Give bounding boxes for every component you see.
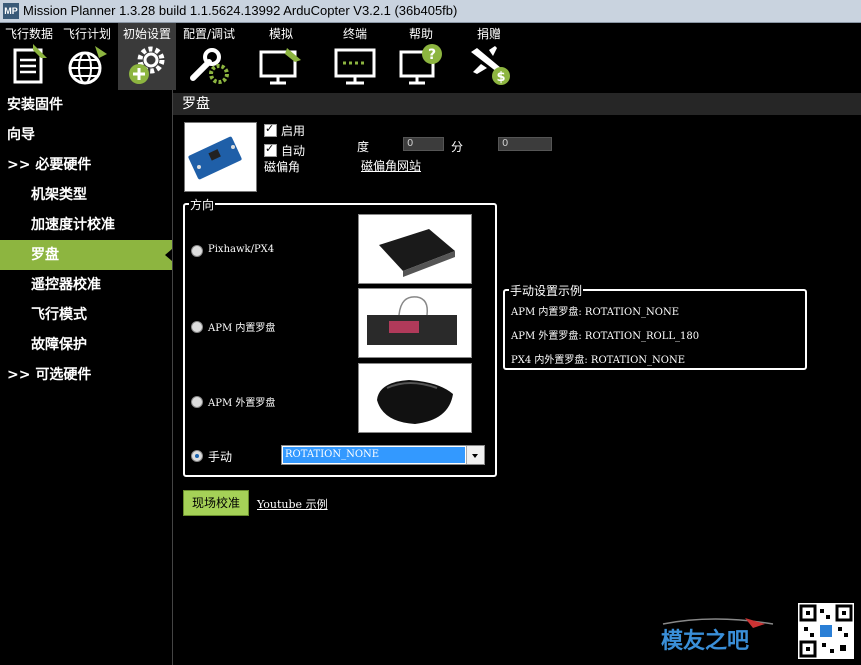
live-calibration-button[interactable]: 现场校准 (183, 490, 249, 516)
toolbar-label: 帮助 (408, 27, 433, 41)
apm-internal-image (358, 288, 472, 358)
sidebar-item-label: 加速度计校准 (31, 217, 115, 233)
enable-checkbox[interactable] (264, 122, 277, 137)
sidebar-item-wizard[interactable]: 向导 (0, 120, 172, 150)
toolbar-simulation[interactable]: 模拟 (250, 23, 312, 90)
apm-external-radio[interactable] (191, 396, 203, 408)
airplane-watermark-icon: 模友之吧 (661, 618, 774, 654)
watermark-logo: 模友之吧 (653, 610, 783, 655)
sidebar-item-label: 遥控器校准 (31, 277, 101, 293)
sidebar-item-label: 故障保护 (31, 337, 87, 353)
title-bar: MP Mission Planner 1.3.28 build 1.1.5624… (0, 0, 861, 23)
example-line-apm-internal: APM 内置罗盘: ROTATION_NONE (511, 307, 680, 318)
toolbar-label: 模拟 (268, 27, 293, 41)
sidebar-item-compass[interactable]: 罗盘 (0, 240, 172, 270)
sidebar-item-radio-calibration[interactable]: 遥控器校准 (0, 270, 172, 300)
svg-text:$: $ (496, 70, 505, 85)
toolbar-flight-data[interactable]: 飞行数据 (0, 23, 58, 90)
window-title: Mission Planner 1.3.28 build 1.1.5624.13… (23, 3, 458, 18)
wrench-gear-icon (190, 48, 229, 84)
sidebar-item-mandatory-hardware[interactable]: >> 必要硬件 (0, 150, 172, 180)
rotation-select[interactable]: ROTATION_NONE (281, 445, 485, 465)
toolbar-label: 飞行数据 (4, 27, 53, 41)
setup-sidebar: 安装固件 向导 >> 必要硬件 机架类型 加速度计校准 罗盘 遥控器校准 飞行模… (0, 90, 173, 665)
watermark-text: 模友之吧 (661, 628, 749, 654)
manual-label: 手动 (208, 450, 233, 464)
pixhawk-label: Pixhawk/PX4 (208, 244, 275, 255)
apm-internal-radio[interactable] (191, 321, 203, 333)
sidebar-item-label: 向导 (7, 127, 35, 143)
degree-label: 度 (357, 140, 370, 154)
page-title: 罗盘 (182, 96, 210, 112)
minute-label: 分 (451, 140, 464, 154)
sidebar-item-label: 安装固件 (7, 97, 63, 113)
toolbar-terminal[interactable]: 终端 (324, 23, 386, 90)
toolbar-flight-plan[interactable]: 飞行计划 (58, 23, 116, 90)
toolbar-label: 初始设置 (122, 27, 171, 41)
sidebar-item-label: 罗盘 (31, 247, 59, 263)
manual-radio[interactable] (191, 450, 203, 462)
sidebar-item-label: 飞行模式 (31, 307, 87, 323)
apm-external-label: APM 外置罗盘 (208, 398, 276, 409)
globe-icon (68, 46, 107, 85)
toolbar-config-tuning[interactable]: 配置/调试 (180, 23, 238, 90)
qr-code (798, 603, 854, 659)
toolbar-initial-setup[interactable]: 初始设置 (118, 23, 176, 90)
apm-external-picture (377, 380, 453, 424)
orientation-group: 方向 Pixhawk/PX4 APM 内置罗盘 APM 外置罗盘 手动 (183, 196, 497, 477)
sidebar-item-accel-calibration[interactable]: 加速度计校准 (0, 210, 172, 240)
minute-input[interactable]: 0 (498, 137, 552, 151)
manual-example-group: 手动设置示例 APM 内置罗盘: ROTATION_NONE APM 外置罗盘:… (503, 282, 807, 370)
rotation-select-value: ROTATION_NONE (283, 447, 465, 463)
enable-label: 启用 (281, 124, 306, 138)
sidebar-item-failsafe[interactable]: 故障保护 (0, 330, 172, 360)
auto-declination-label: 自动 (281, 144, 306, 158)
compass-page: 罗盘 启用 自动 磁偏角 度 0 分 0 磁偏角网站 方向 Pixhawk/PX… (173, 90, 861, 665)
example-line-apm-external: APM 外置罗盘: ROTATION_ROLL_180 (511, 331, 700, 342)
plane-dollar-icon: $ (471, 46, 510, 85)
main-toolbar: 飞行数据 飞行计划 初始设置 配置/调试 模拟 终端 帮助 ? 捐赠 $ (0, 23, 861, 90)
toolbar-label: 飞行计划 (62, 27, 111, 41)
manual-example-title: 手动设置示例 (509, 282, 584, 299)
app-icon: MP (3, 3, 19, 19)
pixhawk-radio[interactable] (191, 245, 203, 257)
declination-website-link[interactable]: 磁偏角网站 (361, 157, 421, 174)
sidebar-item-label: 机架类型 (31, 187, 87, 203)
apm-external-image (358, 363, 472, 433)
degree-input[interactable]: 0 (403, 137, 444, 151)
svg-text:?: ? (428, 47, 436, 63)
help-monitor-icon: ? (399, 44, 442, 85)
auto-declination-checkbox[interactable] (264, 142, 277, 157)
toolbar-label: 配置/调试 (182, 27, 236, 41)
toolbar-label: 捐赠 (476, 27, 501, 41)
sidebar-item-install-firmware[interactable]: 安装固件 (0, 90, 172, 120)
toolbar-help[interactable]: 帮助 ? (392, 23, 450, 90)
sidebar-item-label: >> 可选硬件 (7, 367, 92, 383)
qr-code-pattern (799, 604, 853, 658)
sidebar-item-label: >> 必要硬件 (7, 157, 92, 173)
chevron-down-icon[interactable] (466, 446, 484, 464)
example-line-px4: PX4 内外置罗盘: ROTATION_NONE (511, 355, 686, 366)
sidebar-item-frame-type[interactable]: 机架类型 (0, 180, 172, 210)
gear-plus-icon (129, 46, 165, 84)
pixhawk-image (358, 214, 472, 284)
selected-indicator (165, 249, 172, 261)
clipboard-icon (13, 44, 47, 84)
sidebar-item-flight-modes[interactable]: 飞行模式 (0, 300, 172, 330)
page-header: 罗盘 (173, 93, 861, 115)
terminal-icon (334, 48, 376, 85)
declination-label: 磁偏角 (264, 160, 301, 174)
sidebar-item-optional-hardware[interactable]: >> 可选硬件 (0, 360, 172, 390)
toolbar-label: 终端 (342, 27, 367, 41)
pixhawk-picture (367, 219, 463, 279)
compass-module-picture (188, 136, 242, 180)
compass-module-image (184, 122, 257, 192)
youtube-example-link[interactable]: Youtube 示例 (257, 496, 328, 512)
orientation-group-title: 方向 (189, 196, 216, 213)
apm-internal-label: APM 内置罗盘 (208, 323, 276, 334)
toolbar-donate[interactable]: 捐赠 $ (460, 23, 518, 90)
monitor-plane-icon (259, 48, 301, 85)
apm-internal-picture (367, 296, 457, 345)
